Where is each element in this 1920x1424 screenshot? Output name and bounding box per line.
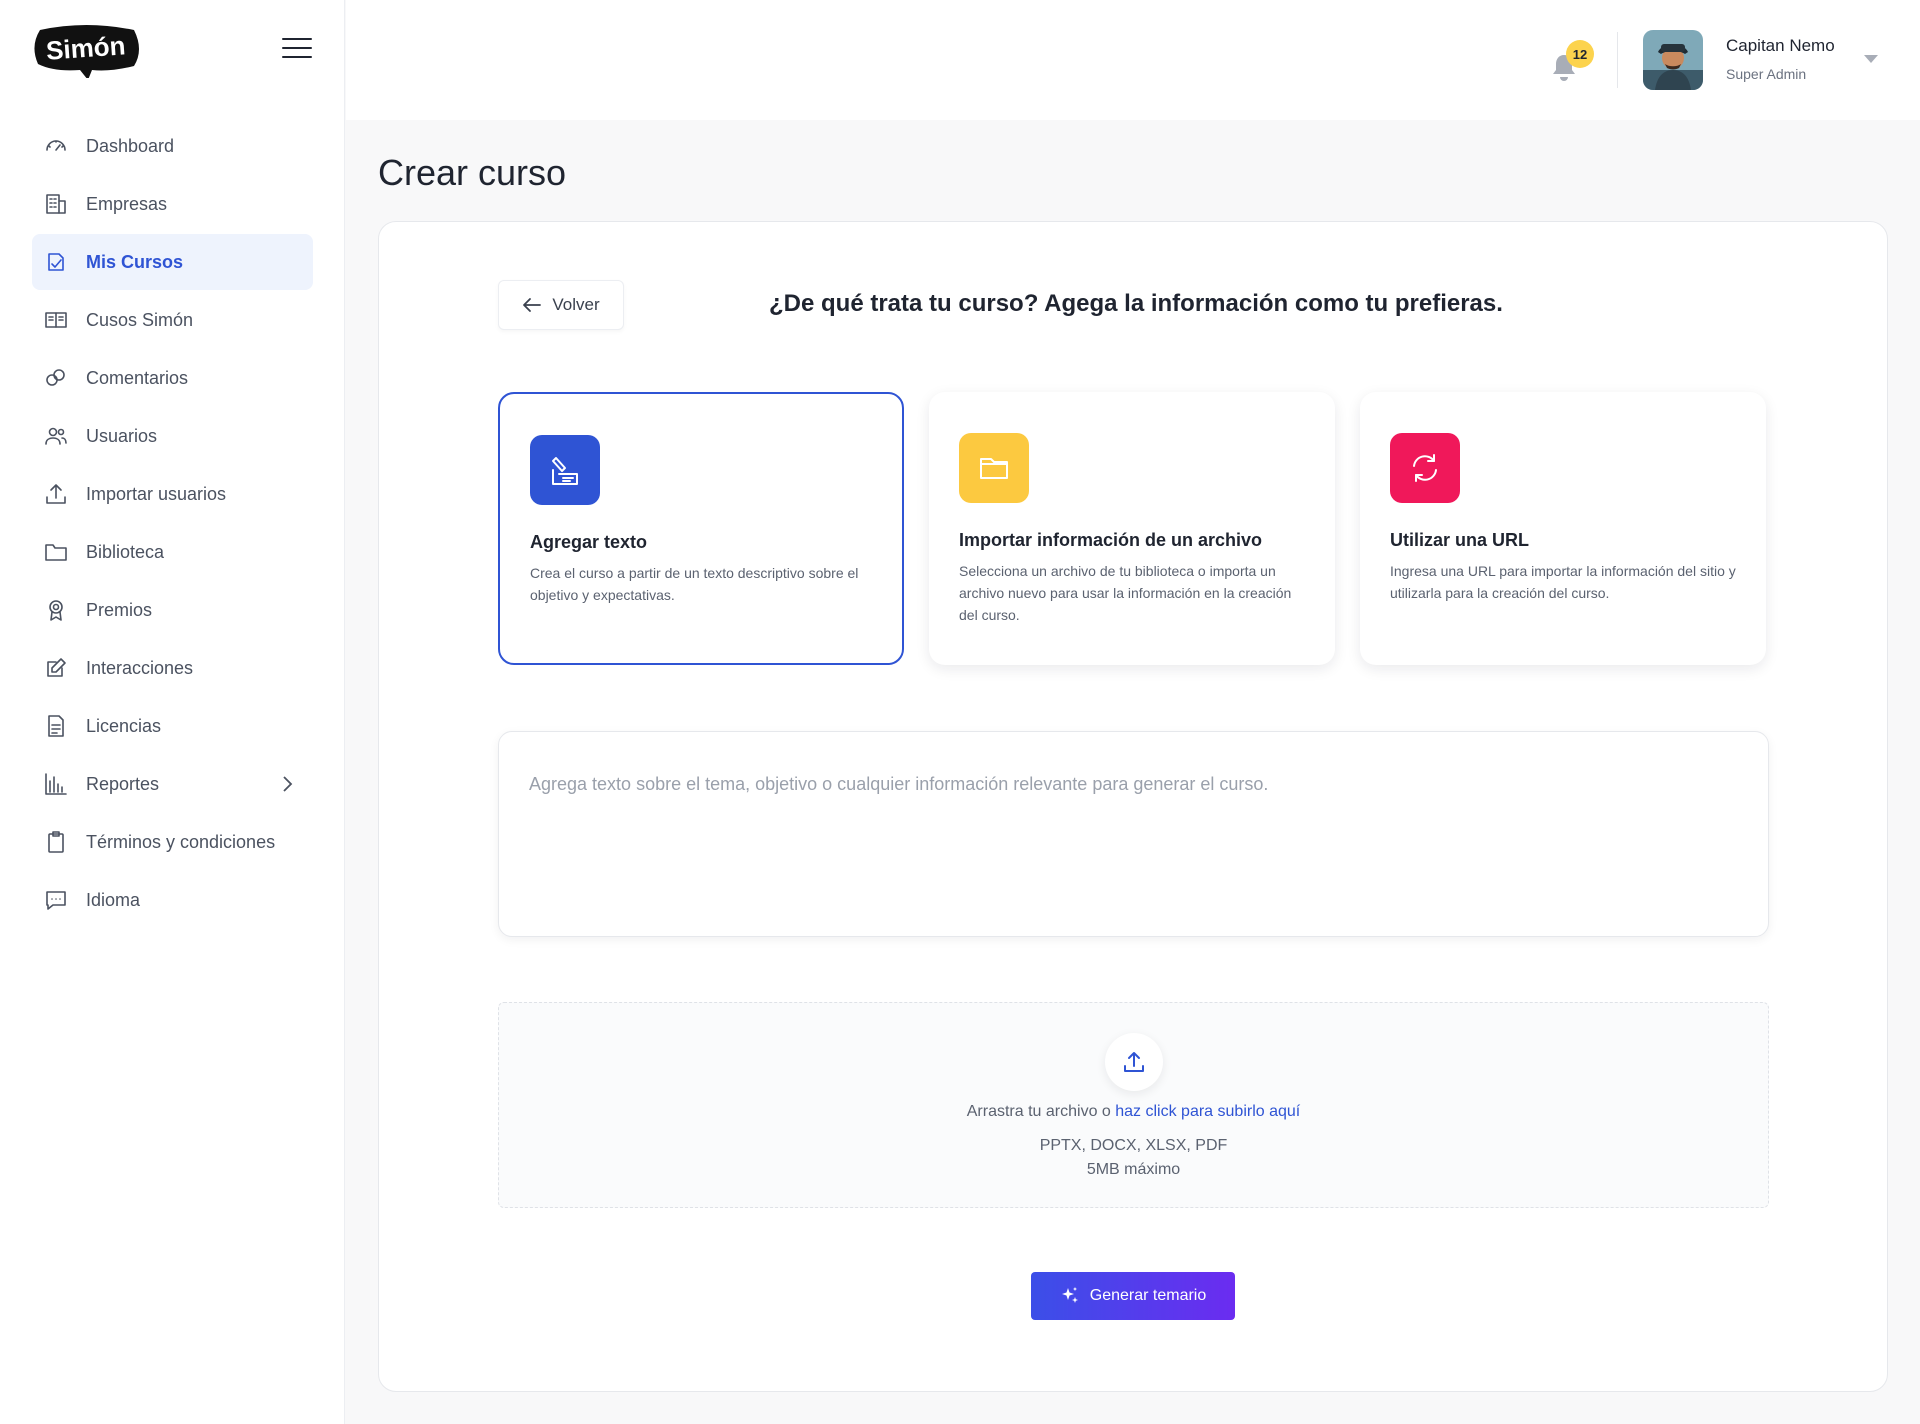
sidebar-item-licencias[interactable]: Licencias	[32, 698, 313, 754]
sidebar: Simón Dashboard Empresas Mis Cursos Cuso…	[0, 0, 345, 1424]
sidebar-item-label: Biblioteca	[86, 541, 165, 562]
sidebar-item-reportes[interactable]: Reportes	[32, 756, 313, 812]
sidebar-item-label: Términos y condiciones	[86, 831, 276, 852]
file-dropzone[interactable]: Arrastra tu archivo o haz click para sub…	[498, 1002, 1769, 1208]
user-avatar[interactable]	[1643, 30, 1703, 90]
sidebar-item-label: Comentarios	[86, 367, 189, 388]
sidebar-item-biblioteca[interactable]: Biblioteca	[32, 524, 313, 580]
sidebar-item-label: Importar usuarios	[86, 483, 227, 504]
sidebar-item-interacciones[interactable]: Interacciones	[32, 640, 313, 696]
sparkles-icon	[1061, 1287, 1078, 1303]
sidebar-item-mis-cursos[interactable]: Mis Cursos	[32, 234, 313, 290]
gauge-icon	[44, 134, 68, 158]
sidebar-nav: Dashboard Empresas Mis Cursos Cusos Simó…	[32, 118, 313, 930]
course-icon	[44, 250, 68, 274]
upload-link[interactable]: haz click para subirlo aquí	[1115, 1103, 1300, 1120]
sidebar-item-idioma[interactable]: Idioma	[32, 872, 313, 928]
sidebar-item-label: Usuarios	[86, 425, 158, 446]
option-description: Crea el curso a partir de un texto descr…	[530, 565, 859, 603]
sidebar-item-label: Empresas	[86, 193, 168, 214]
page-title: Crear curso	[378, 152, 567, 193]
header-divider	[1617, 32, 1618, 88]
sidebar-item-label: Idioma	[86, 889, 141, 910]
chat-icon	[44, 888, 68, 912]
sidebar-item-empresas[interactable]: Empresas	[32, 176, 313, 232]
sidebar-item-label: Interacciones	[86, 657, 194, 678]
option-title: Agregar texto	[530, 532, 648, 552]
sidebar-item-label: Cusos Simón	[86, 309, 194, 330]
comments-icon	[44, 366, 68, 390]
building-icon	[44, 192, 68, 216]
sidebar-item-label: Premios	[86, 599, 153, 620]
upload-icon[interactable]	[1105, 1033, 1163, 1091]
simon-logo[interactable]: Simón	[30, 22, 142, 78]
clipboard-icon	[44, 830, 68, 854]
chart-icon	[44, 772, 68, 796]
folder-icon	[959, 433, 1029, 503]
dropzone-file-types: PPTX, DOCX, XLSX, PDF	[1039, 1137, 1228, 1154]
dropzone-max-size: 5MB máximo	[1086, 1161, 1181, 1178]
option-importar-archivo[interactable]: Importar información de un archivo Selec…	[929, 392, 1335, 665]
edit-icon	[44, 656, 68, 680]
user-name[interactable]: Capitan Nemo	[1726, 36, 1835, 56]
dropzone-prefix: Arrastra tu archivo o	[966, 1103, 1116, 1120]
notifications-count-badge: 12	[1566, 40, 1594, 68]
sidebar-item-label: Dashboard	[86, 135, 175, 156]
option-description: Ingresa una URL para importar la informa…	[1390, 563, 1736, 601]
sidebar-item-terminos[interactable]: Términos y condiciones	[32, 814, 313, 870]
generate-syllabus-button[interactable]: Generar temario	[1031, 1272, 1235, 1320]
sidebar-item-cusos-simon[interactable]: Cusos Simón	[32, 292, 313, 348]
user-role: Super Admin	[1726, 66, 1807, 82]
option-title: Importar información de un archivo	[959, 530, 1263, 550]
sidebar-item-label: Mis Cursos	[86, 251, 184, 272]
sidebar-item-dashboard[interactable]: Dashboard	[32, 118, 313, 174]
award-icon	[44, 598, 68, 622]
refresh-icon	[1390, 433, 1460, 503]
write-icon	[530, 435, 600, 505]
dropzone-instructions: Arrastra tu archivo o haz click para sub…	[499, 1103, 1768, 1121]
generate-button-label: Generar temario	[1089, 1287, 1207, 1304]
option-agregar-texto[interactable]: Agregar texto Crea el curso a partir de …	[498, 392, 904, 665]
document-icon	[44, 714, 68, 738]
book-icon	[44, 308, 68, 332]
sidebar-item-label: Reportes	[86, 773, 160, 794]
menu-toggle-button[interactable]	[282, 38, 312, 60]
chevron-down-icon[interactable]	[1862, 52, 1880, 66]
chevron-right-icon[interactable]	[277, 774, 297, 794]
sidebar-item-comentarios[interactable]: Comentarios	[32, 350, 313, 406]
option-description: Selecciona un archivo de tu biblioteca o…	[959, 563, 1292, 623]
sidebar-item-label: Licencias	[86, 715, 162, 736]
option-utilizar-url[interactable]: Utilizar una URL Ingresa una URL para im…	[1360, 392, 1766, 665]
option-title: Utilizar una URL	[1390, 530, 1530, 550]
users-icon	[44, 424, 68, 448]
sidebar-item-usuarios[interactable]: Usuarios	[32, 408, 313, 464]
create-course-card: Volver ¿De qué trata tu curso? Agega la …	[378, 221, 1888, 1392]
upload-icon	[44, 482, 68, 506]
logo-text: Simón	[45, 30, 126, 65]
folder-icon	[44, 540, 68, 564]
course-text-input[interactable]	[498, 731, 1769, 937]
sidebar-item-importar-usuarios[interactable]: Importar usuarios	[32, 466, 313, 522]
section-question: ¿De qué trata tu curso? Agega la informa…	[769, 290, 1503, 317]
sidebar-item-premios[interactable]: Premios	[32, 582, 313, 638]
